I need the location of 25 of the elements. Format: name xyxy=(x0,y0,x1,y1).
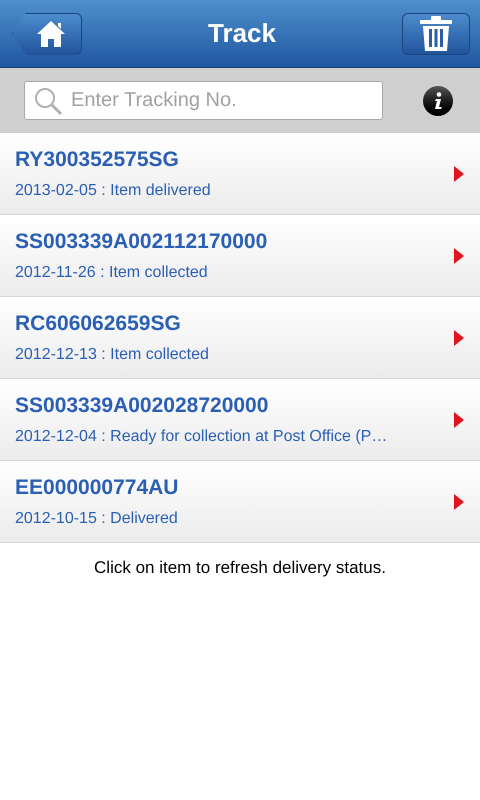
info-button[interactable] xyxy=(423,86,453,116)
home-button[interactable] xyxy=(12,12,82,54)
status-text: 2012-10-15 : Delivered xyxy=(15,508,179,529)
status-text: 2012-11-26 : Item collected xyxy=(15,262,209,283)
tracking-number: SS003339A002112170000 xyxy=(15,229,268,256)
delete-button[interactable] xyxy=(402,12,470,54)
window-title: Track xyxy=(208,17,276,50)
tracking-number: SS003339A002028720000 xyxy=(15,393,270,420)
trash-icon xyxy=(418,16,453,52)
chevron-right-icon xyxy=(454,166,464,182)
status-text: 2013-02-05 : Item delivered xyxy=(15,180,212,201)
chevron-right-icon xyxy=(454,494,464,510)
chevron-right-icon xyxy=(454,412,464,428)
tracking-number: RC606062659SG xyxy=(15,311,182,338)
chevron-right-icon xyxy=(454,330,464,346)
status-text: 2012-12-04 : Ready for collection at Post Office (P… xyxy=(15,426,388,447)
status-text: 2012-12-13 : Item collected xyxy=(15,344,210,365)
chevron-right-icon xyxy=(454,248,464,264)
info-icon xyxy=(433,92,443,110)
hint-text: Click on item to refresh delivery status. xyxy=(93,557,387,579)
tracking-number: EE000000774AU xyxy=(15,475,180,502)
home-icon xyxy=(36,20,66,48)
tracking-number: RY300352575SG xyxy=(15,147,180,174)
search-icon xyxy=(33,86,63,116)
search-field[interactable]: Enter Tracking No. xyxy=(24,81,383,120)
